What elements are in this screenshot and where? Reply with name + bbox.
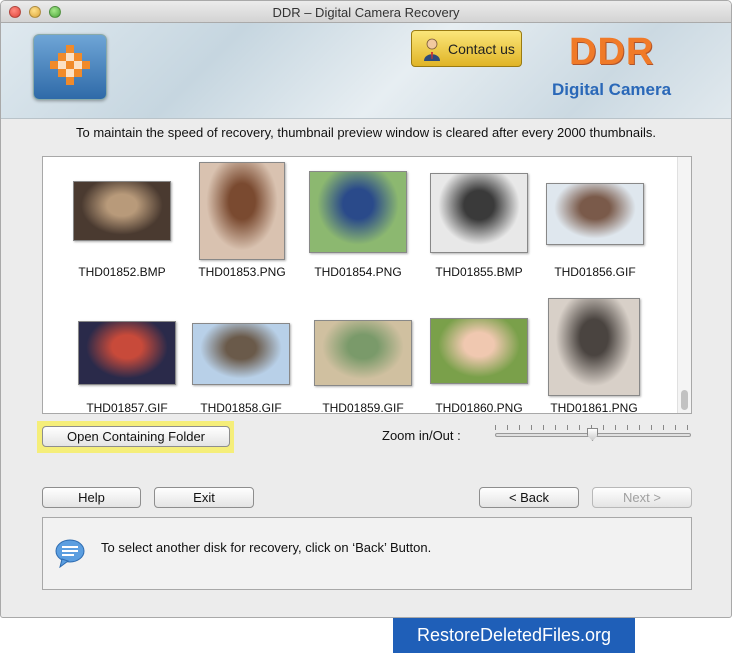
app-window: DDR – Digital Camera Recovery Contact us… [0, 0, 732, 618]
thumbnail-filename: THD01853.PNG [198, 265, 286, 279]
zoom-label: Zoom in/Out : [382, 428, 461, 443]
next-button[interactable]: Next > [592, 487, 692, 508]
photo-baby-icon[interactable] [430, 318, 528, 384]
back-button[interactable]: < Back [479, 487, 579, 508]
thumbnail-filename: THD01859.GIF [322, 401, 404, 415]
photo-woman-scarf-icon[interactable] [78, 321, 176, 385]
scrollbar-track[interactable] [677, 157, 691, 413]
zoom-slider-knob[interactable] [587, 428, 598, 441]
support-person-icon [424, 38, 440, 61]
thumbnail-filename: THD01854.PNG [314, 265, 402, 279]
brand-subtitle: Digital Camera [552, 80, 672, 99]
window-title: DDR – Digital Camera Recovery [272, 5, 460, 20]
thumbnail-filename: THD01855.BMP [435, 265, 523, 279]
photo-girl-grayscale-icon[interactable] [430, 173, 528, 253]
thumbnail-filename: THD01858.GIF [200, 401, 282, 415]
notice-text: To maintain the speed of recovery, thumb… [75, 125, 656, 140]
thumbnail-filename: THD01861.PNG [550, 401, 638, 415]
app-logo-icon [33, 34, 107, 100]
photo-girl-sky-icon[interactable] [192, 323, 290, 385]
photo-girl-dark-icon[interactable] [73, 181, 171, 241]
header-banner: Contact us DDR Digital Camera [1, 23, 731, 119]
photo-family-sofa-icon[interactable] [314, 320, 412, 386]
footer-website-badge[interactable]: RestoreDeletedFiles.org [393, 618, 635, 653]
scrollbar-thumb[interactable] [681, 390, 688, 410]
brand-logo-text: DDR [569, 31, 655, 73]
speech-bubble-icon [55, 539, 85, 568]
thumbnail-filename: THD01857.GIF [86, 401, 168, 415]
open-containing-folder-button[interactable]: Open Containing Folder [42, 426, 230, 447]
title-bar: DDR – Digital Camera Recovery [1, 1, 731, 23]
info-message: To select another disk for recovery, cli… [101, 540, 432, 555]
photo-couple-snow-icon[interactable] [546, 183, 644, 245]
exit-button[interactable]: Exit [154, 487, 254, 508]
thumbnail-filename: THD01852.BMP [78, 265, 166, 279]
info-pane: To select another disk for recovery, cli… [42, 517, 692, 590]
photo-reading-outdoors-icon[interactable] [309, 171, 407, 253]
thumbnail-filename: THD01856.GIF [554, 265, 636, 279]
thumbnail-filename: THD01860.PNG [435, 401, 523, 415]
help-button[interactable]: Help [42, 487, 141, 508]
photo-sketch-two-girls-icon[interactable] [548, 298, 640, 396]
photo-girl-portrait-icon[interactable] [199, 162, 285, 260]
contact-us-button[interactable]: Contact us [411, 30, 522, 67]
thumbnail-preview-pane[interactable]: THD01852.BMP THD01853.PNG THD01854.PNG THD0… [42, 156, 692, 415]
contact-us-label: Contact us [448, 40, 515, 57]
